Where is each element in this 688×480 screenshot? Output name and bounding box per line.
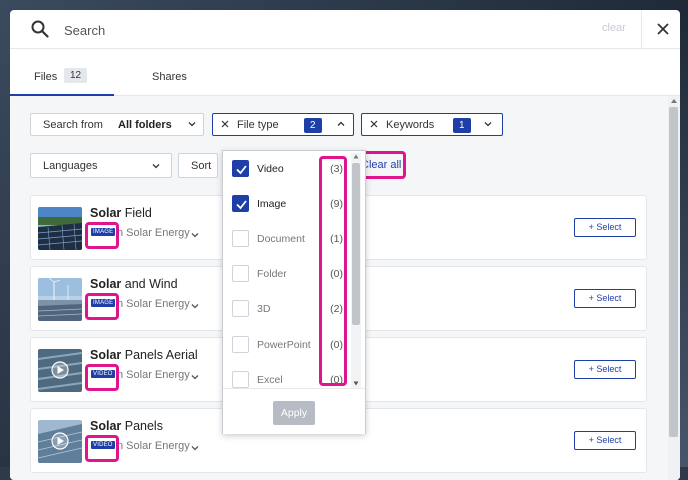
check-icon — [236, 165, 247, 175]
remove-filter-icon[interactable] — [221, 120, 229, 128]
result-title[interactable]: Solar and Wind — [90, 277, 178, 291]
select-button[interactable]: + Select — [574, 218, 636, 237]
checkbox[interactable] — [232, 265, 249, 282]
filter-label: Keywords — [386, 119, 435, 131]
chevron-down-icon — [152, 164, 160, 169]
sort-button[interactable]: Sort — [178, 153, 218, 178]
type-badge-highlight — [85, 222, 119, 249]
filter-label: Sort — [191, 160, 212, 172]
chevron-down-icon[interactable] — [191, 231, 199, 239]
select-button[interactable]: + Select — [574, 431, 636, 450]
tab-label: Files — [34, 71, 58, 83]
dropdown-footer: Apply — [223, 388, 365, 434]
result-path: n Solar Energy — [117, 298, 190, 310]
result-title[interactable]: Solar Panels Aerial — [90, 348, 198, 362]
search-modal: clear Files 12 Shares Search from All fo… — [10, 10, 680, 480]
search-icon — [31, 20, 49, 38]
solar-and-wind-thumbnail — [38, 278, 82, 321]
chevron-up-icon — [337, 121, 345, 126]
tab-label: Shares — [152, 71, 187, 83]
type-badge-highlight — [85, 435, 119, 462]
file-type-count-badge: 2 — [304, 118, 322, 133]
solar-panels-aerial-thumbnail — [38, 349, 82, 392]
divider — [641, 10, 642, 48]
solar-field-thumbnail — [38, 207, 82, 250]
checkbox[interactable] — [232, 336, 249, 353]
clear-search-link[interactable]: clear — [602, 22, 626, 34]
checkbox-checked[interactable] — [232, 195, 249, 212]
chevron-down-icon[interactable] — [191, 444, 199, 452]
option-label: Image — [257, 198, 287, 210]
checkbox[interactable] — [232, 230, 249, 247]
search-input[interactable] — [62, 18, 546, 42]
chevron-down-icon — [188, 122, 196, 127]
check-icon — [236, 200, 247, 210]
search-from-filter[interactable]: Search from All folders — [30, 113, 204, 136]
scroll-down-arrow-icon[interactable] — [353, 381, 359, 386]
result-title[interactable]: Solar Field — [90, 206, 152, 220]
close-icon[interactable] — [653, 19, 673, 39]
solar-panels-thumbnail — [38, 420, 82, 463]
counts-highlight — [319, 156, 347, 386]
chevron-down-icon[interactable] — [191, 302, 199, 310]
option-label: Document — [257, 233, 305, 245]
apply-button[interactable]: Apply — [273, 401, 315, 425]
select-button[interactable]: + Select — [574, 360, 636, 379]
result-path: n Solar Energy — [117, 227, 190, 239]
option-label: PowerPoint — [257, 339, 311, 351]
result-title[interactable]: Solar Panels — [90, 419, 163, 433]
dropdown-scrollbar-thumb[interactable] — [352, 163, 360, 325]
remove-filter-icon[interactable] — [370, 120, 378, 128]
chevron-down-icon[interactable] — [191, 373, 199, 381]
languages-filter[interactable]: Languages — [30, 153, 172, 178]
option-label: Excel — [257, 374, 283, 386]
type-badge-highlight — [85, 293, 119, 320]
checkbox[interactable] — [232, 371, 249, 388]
scroll-up-arrow-icon[interactable] — [353, 154, 359, 159]
search-bar: clear — [10, 10, 680, 49]
result-path: n Solar Energy — [117, 440, 190, 452]
keywords-count-badge: 1 — [453, 118, 471, 133]
select-button[interactable]: + Select — [574, 289, 636, 308]
checkbox[interactable] — [232, 300, 249, 317]
scroll-up-arrow-icon[interactable] — [670, 98, 678, 104]
option-label: 3D — [257, 303, 271, 315]
checkbox-checked[interactable] — [232, 160, 249, 177]
option-label: Folder — [257, 268, 287, 280]
chevron-down-icon — [484, 122, 492, 127]
result-path: n Solar Energy — [117, 369, 190, 381]
filter-label: File type — [237, 119, 279, 131]
option-label: Video — [257, 163, 284, 175]
filter-label: Search from — [43, 119, 103, 131]
keywords-filter[interactable]: Keywords 1 — [361, 113, 503, 136]
type-badge-highlight — [85, 364, 119, 391]
filter-label: Languages — [43, 160, 98, 172]
filter-value: All folders — [118, 119, 172, 131]
file-type-filter[interactable]: File type 2 — [212, 113, 354, 136]
tab-files[interactable]: Files 12 — [10, 65, 114, 96]
files-count-badge: 12 — [64, 68, 88, 83]
scrollbar-thumb[interactable] — [669, 107, 678, 437]
result-tabs: Files 12 Shares — [10, 65, 680, 96]
file-type-dropdown: Video (3) Image (9) Document (1) Folder … — [222, 150, 366, 434]
